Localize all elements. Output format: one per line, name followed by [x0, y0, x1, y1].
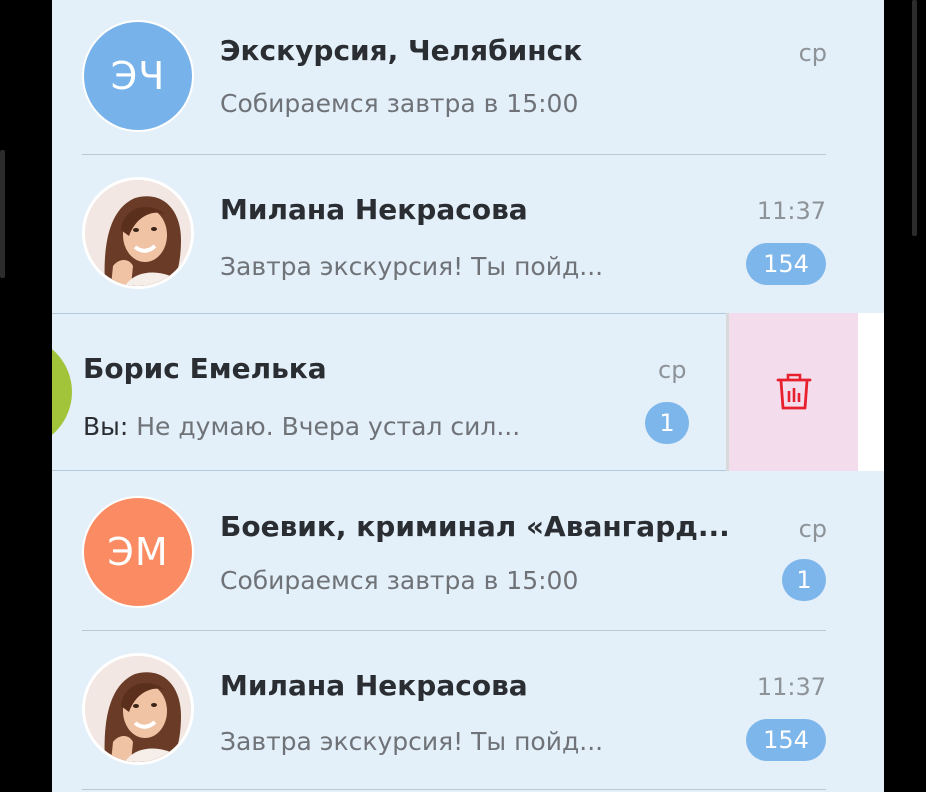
- avatar: ЭЧ: [82, 20, 194, 132]
- chat-time: ср: [798, 515, 827, 543]
- phone-power-button: [912, 0, 917, 236]
- avatar: [52, 336, 72, 448]
- chat-item[interactable]: ЭМ Боевик, криминал «Авангард... Собирае…: [52, 471, 884, 631]
- chat-time: 11:37: [756, 197, 826, 225]
- trash-icon: [776, 373, 811, 410]
- avatar: [82, 653, 194, 765]
- chat-time: 11:37: [756, 673, 826, 701]
- chat-time: ср: [658, 356, 687, 384]
- unread-badge: 1: [645, 402, 689, 444]
- avatar-photo-icon: [85, 656, 191, 762]
- unread-badge: 154: [746, 243, 826, 285]
- chat-name: Боевик, криминал «Авангард...: [220, 510, 730, 543]
- chat-preview: Собираемся завтра в 15:00: [220, 89, 579, 118]
- chat-name: Милана Некрасова: [220, 193, 528, 226]
- chat-preview: Собираемся завтра в 15:00: [220, 566, 579, 595]
- sender-label: Вы:: [83, 412, 129, 441]
- avatar: [82, 177, 194, 289]
- avatar-initials: ЭЧ: [110, 54, 166, 98]
- chat-preview: Завтра экскурсия! Ты пойд...: [220, 252, 604, 281]
- chat-item[interactable]: ЭЧ Экскурсия, Челябинск Собираемся завтр…: [52, 0, 884, 155]
- phone-side-button: [0, 150, 5, 278]
- unread-badge: 154: [746, 719, 826, 761]
- avatar: ЭМ: [82, 496, 194, 608]
- chat-item[interactable]: Милана Некрасова Завтра экскурсия! Ты по…: [52, 155, 884, 313]
- chat-item[interactable]: Милана Некрасова Завтра экскурсия! Ты по…: [52, 631, 884, 792]
- chat-time: ср: [798, 39, 827, 67]
- chat-name: Экскурсия, Челябинск: [220, 34, 583, 67]
- phone-frame-right: [884, 0, 926, 792]
- avatar-photo-icon: [85, 180, 191, 286]
- swipe-edge: [858, 313, 884, 471]
- delete-chat-button[interactable]: [726, 313, 858, 471]
- preview-text: Не думаю. Вчера устал сил...: [128, 412, 521, 441]
- chat-name: Милана Некрасова: [220, 669, 528, 702]
- chat-list-screen: ЭЧ Экскурсия, Челябинск Собираемся завтр…: [52, 0, 884, 792]
- avatar-initials: ЭМ: [107, 530, 169, 574]
- phone-frame-left: [0, 0, 52, 792]
- chat-name: Борис Емелька: [83, 352, 327, 385]
- divider: [82, 789, 826, 790]
- chat-preview: Вы: Не думаю. Вчера устал сил...: [83, 412, 520, 441]
- unread-badge: 1: [782, 559, 826, 601]
- chat-preview: Завтра экскурсия! Ты пойд...: [220, 727, 604, 756]
